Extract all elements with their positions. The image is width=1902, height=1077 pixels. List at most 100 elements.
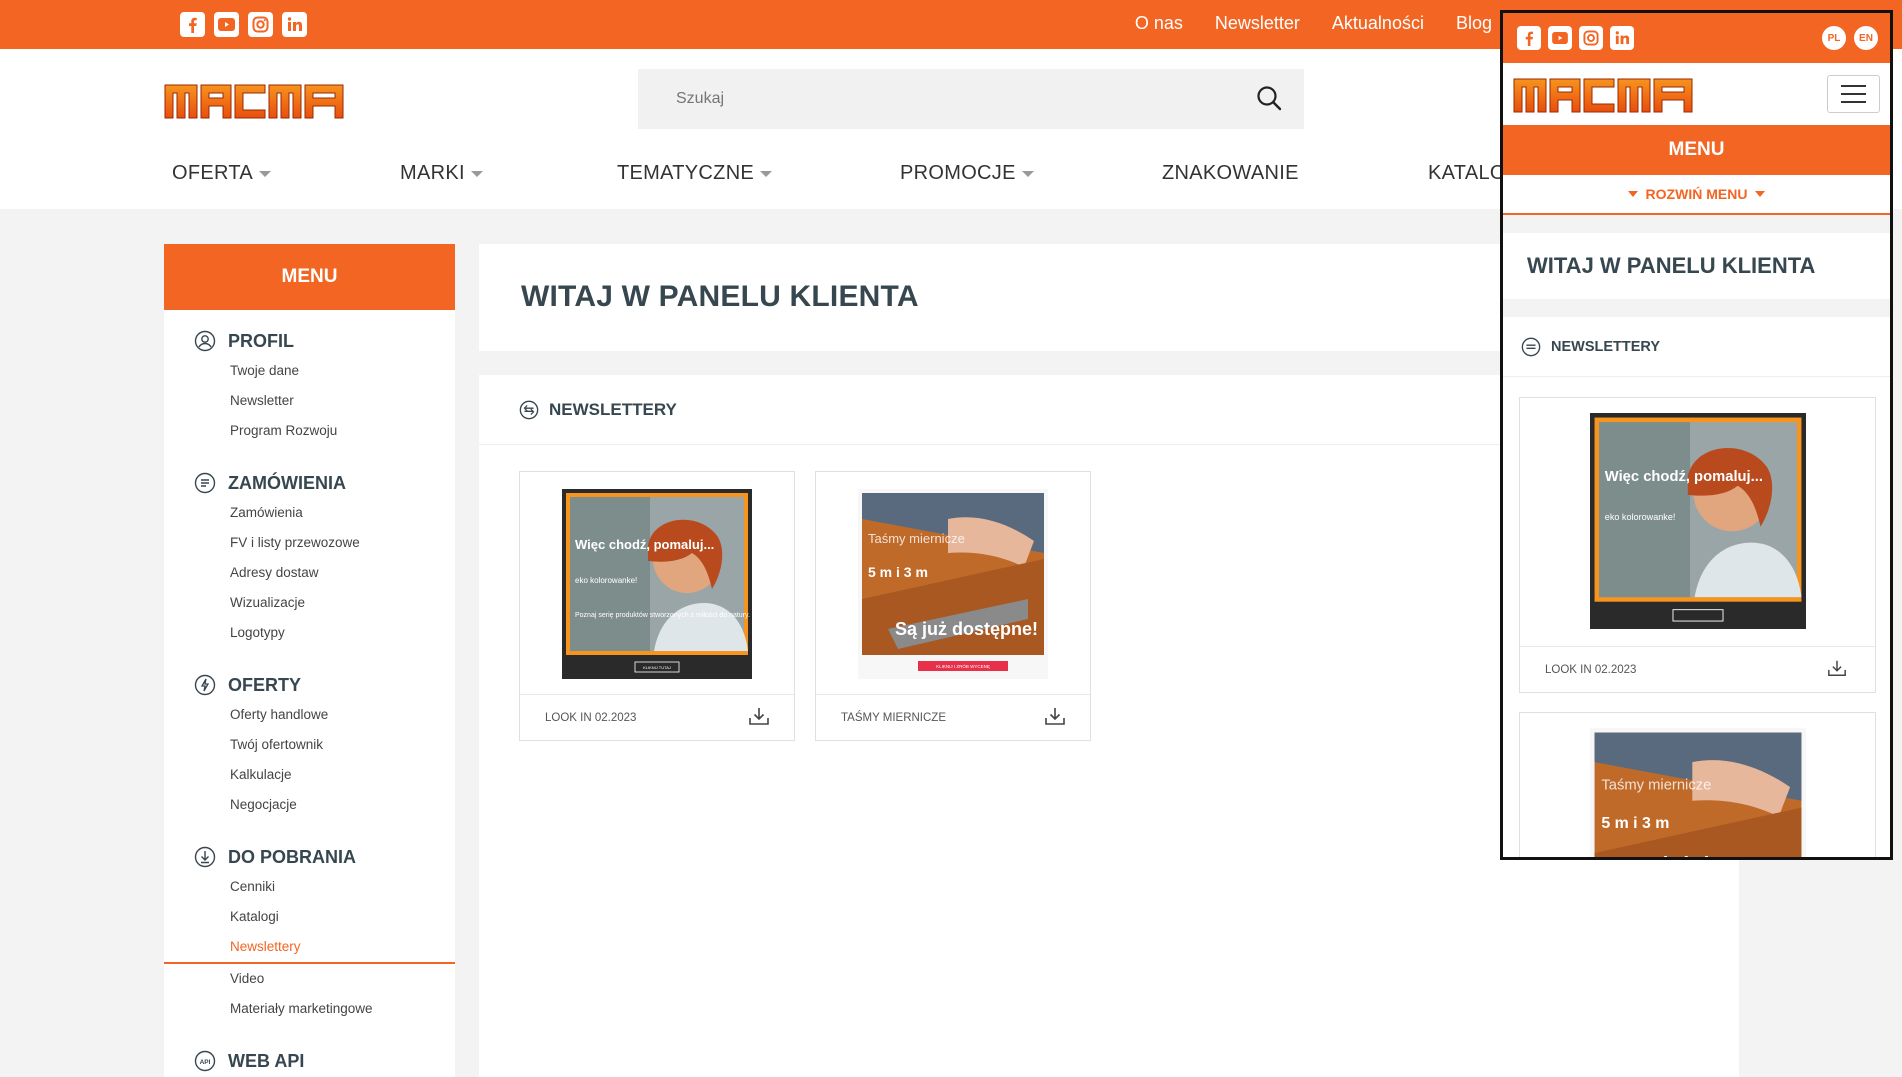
top-nav-link-newsletter[interactable]: Newsletter (1215, 13, 1300, 34)
sidebar-item-cenniki[interactable]: Cenniki (194, 872, 455, 902)
hamburger-menu-icon[interactable] (1827, 75, 1880, 113)
search-bar (638, 69, 1304, 129)
linkedin-icon[interactable] (282, 12, 307, 37)
youtube-icon[interactable] (1548, 26, 1572, 50)
download-icon[interactable] (1044, 705, 1066, 730)
sidebar-item-logotypy[interactable]: Logotypy (194, 618, 455, 648)
card-footer: LOOK IN 02.2023 (520, 694, 794, 740)
lang-pl[interactable]: PL (1822, 26, 1846, 50)
sidebar-item-zamowienia[interactable]: Zamówienia (194, 498, 455, 528)
card-footer: TAŚMY MIERNICZE (816, 694, 1090, 740)
main-nav-marki[interactable]: MARKI (400, 162, 483, 185)
mobile-page-title: WITAJ W PANELU KLIENTA (1503, 233, 1890, 299)
search-icon[interactable] (1256, 85, 1282, 116)
thumb-headline: Taśmy miernicze (1601, 777, 1711, 793)
chevron-down-icon (1755, 191, 1766, 197)
language-switcher: PL EN (1822, 26, 1878, 50)
main-nav-katalogi[interactable]: KATALO (1428, 162, 1506, 185)
thumb-sub: eko kolorowanke! (575, 576, 637, 585)
linkedin-icon[interactable] (1610, 26, 1634, 50)
mobile-section-heading: NEWSLETTERY (1503, 317, 1890, 377)
card-label: LOOK IN 02.2023 (545, 711, 637, 724)
chevron-down-icon (1627, 191, 1638, 197)
page-title: WITAJ W PANELU KLIENTA (521, 280, 919, 313)
sidebar-item-twoj-ofertownik[interactable]: Twój ofertownik (194, 730, 455, 760)
social-links (180, 12, 307, 37)
top-nav: O nas Newsletter Aktualności Blog (1135, 13, 1492, 34)
sidebar-item-twoje-dane[interactable]: Twoje dane (194, 356, 455, 386)
newsletter-thumbnail[interactable]: Taśmy miernicze 5 m i 3 m Są już dostępn… (858, 489, 1048, 679)
main-nav-znakowanie[interactable]: ZNAKOWANIE (1162, 162, 1299, 185)
macma-logo[interactable] (1513, 75, 1693, 118)
top-nav-link-blog[interactable]: Blog (1456, 13, 1492, 34)
sidebar-item-adresy-dostaw[interactable]: Adresy dostaw (194, 558, 455, 588)
download-icon[interactable] (1827, 658, 1847, 681)
sidebar-group-title[interactable]: OFERTY (194, 670, 455, 700)
sidebar: MENU PROFIL Twoje dane Newsletter Progra… (164, 244, 455, 1077)
card-footer: LOOK IN 02.2023 (1520, 646, 1875, 692)
svg-text:API: API (200, 1059, 211, 1066)
sidebar-item-wizualizacje[interactable]: Wizualizacje (194, 588, 455, 618)
facebook-icon[interactable] (180, 12, 205, 37)
main-nav-tematyczne[interactable]: TEMATYCZNE (617, 162, 773, 185)
newsletter-card[interactable]: Taśmy miernicze 5 m i 3 m Są już dostępn… (815, 471, 1091, 741)
instagram-icon[interactable] (248, 12, 273, 37)
newsletter-thumbnail[interactable]: Taśmy miernicze 5 m i 3 m Są już dostępn… (1590, 728, 1806, 860)
sidebar-item-negocjacje[interactable]: Negocjacje (194, 790, 455, 820)
sidebar-item-oferty-handlowe[interactable]: Oferty handlowe (194, 700, 455, 730)
mobile-social-links (1517, 26, 1634, 50)
thumb-sub: eko kolorowanke! (1605, 512, 1676, 522)
sidebar-group-profil: PROFIL Twoje dane Newsletter Program Roz… (164, 326, 455, 446)
download-icon[interactable] (748, 705, 770, 730)
orders-icon (194, 472, 216, 494)
facebook-icon[interactable] (1517, 26, 1541, 50)
download-circle-icon (194, 846, 216, 868)
expand-menu-button[interactable]: ROZWIŃ MENU (1503, 175, 1890, 215)
newsletter-card[interactable]: Więc chodź, pomaluj... eko kolorowanke! … (519, 471, 795, 741)
sidebar-group-zamowienia: ZAMÓWIENIA Zamówienia FV i listy przewoz… (164, 468, 455, 648)
thumb-headline: Więc chodź, pomaluj... (1605, 469, 1763, 485)
thumb-body: Poznaj serię produktów stworzonych z mił… (575, 612, 750, 619)
top-nav-link-o-nas[interactable]: O nas (1135, 13, 1183, 34)
mobile-newsletter-card[interactable]: Taśmy miernicze 5 m i 3 m Są już dostępn… (1519, 712, 1876, 860)
lang-en[interactable]: EN (1854, 26, 1878, 50)
thumb-sub: 5 m i 3 m (1601, 815, 1669, 832)
sidebar-item-kalkulacje[interactable]: Kalkulacje (194, 760, 455, 790)
sidebar-item-program-rozwoju[interactable]: Program Rozwoju (194, 416, 455, 446)
thumb-headline: Taśmy miernicze (868, 531, 965, 546)
sidebar-group-title[interactable]: ZAMÓWIENIA (194, 468, 455, 498)
main-nav-oferta[interactable]: OFERTA (172, 162, 272, 185)
top-nav-link-aktualnosci[interactable]: Aktualności (1332, 13, 1424, 34)
offers-icon (194, 674, 216, 696)
mobile-preview: PL EN MENU ROZWIŃ MENU WITAJ W PANELU KL… (1500, 10, 1893, 860)
thumb-sub: 5 m i 3 m (868, 564, 928, 580)
sidebar-group-oferty: OFERTY Oferty handlowe Twój ofertownik K… (164, 670, 455, 820)
sidebar-item-fv-listy[interactable]: FV i listy przewozowe (194, 528, 455, 558)
main-nav-promocje[interactable]: PROMOCJE (900, 162, 1034, 185)
youtube-icon[interactable] (214, 12, 239, 37)
sidebar-item-newslettery[interactable]: Newslettery (194, 932, 455, 962)
sidebar-item-materialy-marketingowe[interactable]: Materiały marketingowe (194, 994, 455, 1024)
sidebar-group-title[interactable]: PROFIL (194, 326, 455, 356)
sidebar-item-newsletter[interactable]: Newsletter (194, 386, 455, 416)
sidebar-heading: MENU (164, 244, 455, 310)
mobile-newsletter-card[interactable]: Więc chodź, pomaluj... eko kolorowanke! … (1519, 397, 1876, 693)
user-circle-icon (194, 330, 216, 352)
sidebar-group-title[interactable]: API WEB API (194, 1046, 455, 1076)
sidebar-item-video[interactable]: Video (194, 964, 455, 994)
thumb-cta: KLIKNIJ TUTAJ (643, 665, 671, 670)
card-label: TAŚMY MIERNICZE (841, 711, 946, 724)
sidebar-item-katalogi[interactable]: Katalogi (194, 902, 455, 932)
sidebar-group-title[interactable]: DO POBRANIA (194, 842, 455, 872)
instagram-icon[interactable] (1579, 26, 1603, 50)
mobile-top-bar: PL EN (1503, 13, 1890, 63)
thumb-body: Są już dostępne! (1632, 853, 1795, 860)
api-icon: API (194, 1050, 216, 1072)
thumb-cta: KLIKNIJ I ZRÓB WYCENĘ (936, 663, 990, 669)
newsletter-icon (519, 400, 539, 419)
macma-logo[interactable] (164, 81, 344, 124)
search-input[interactable] (638, 69, 1198, 129)
newsletter-icon (1521, 337, 1541, 356)
newsletter-thumbnail[interactable]: Więc chodź, pomaluj... eko kolorowanke! (1590, 413, 1806, 629)
newsletter-thumbnail[interactable]: Więc chodź, pomaluj... eko kolorowanke! … (562, 489, 752, 679)
